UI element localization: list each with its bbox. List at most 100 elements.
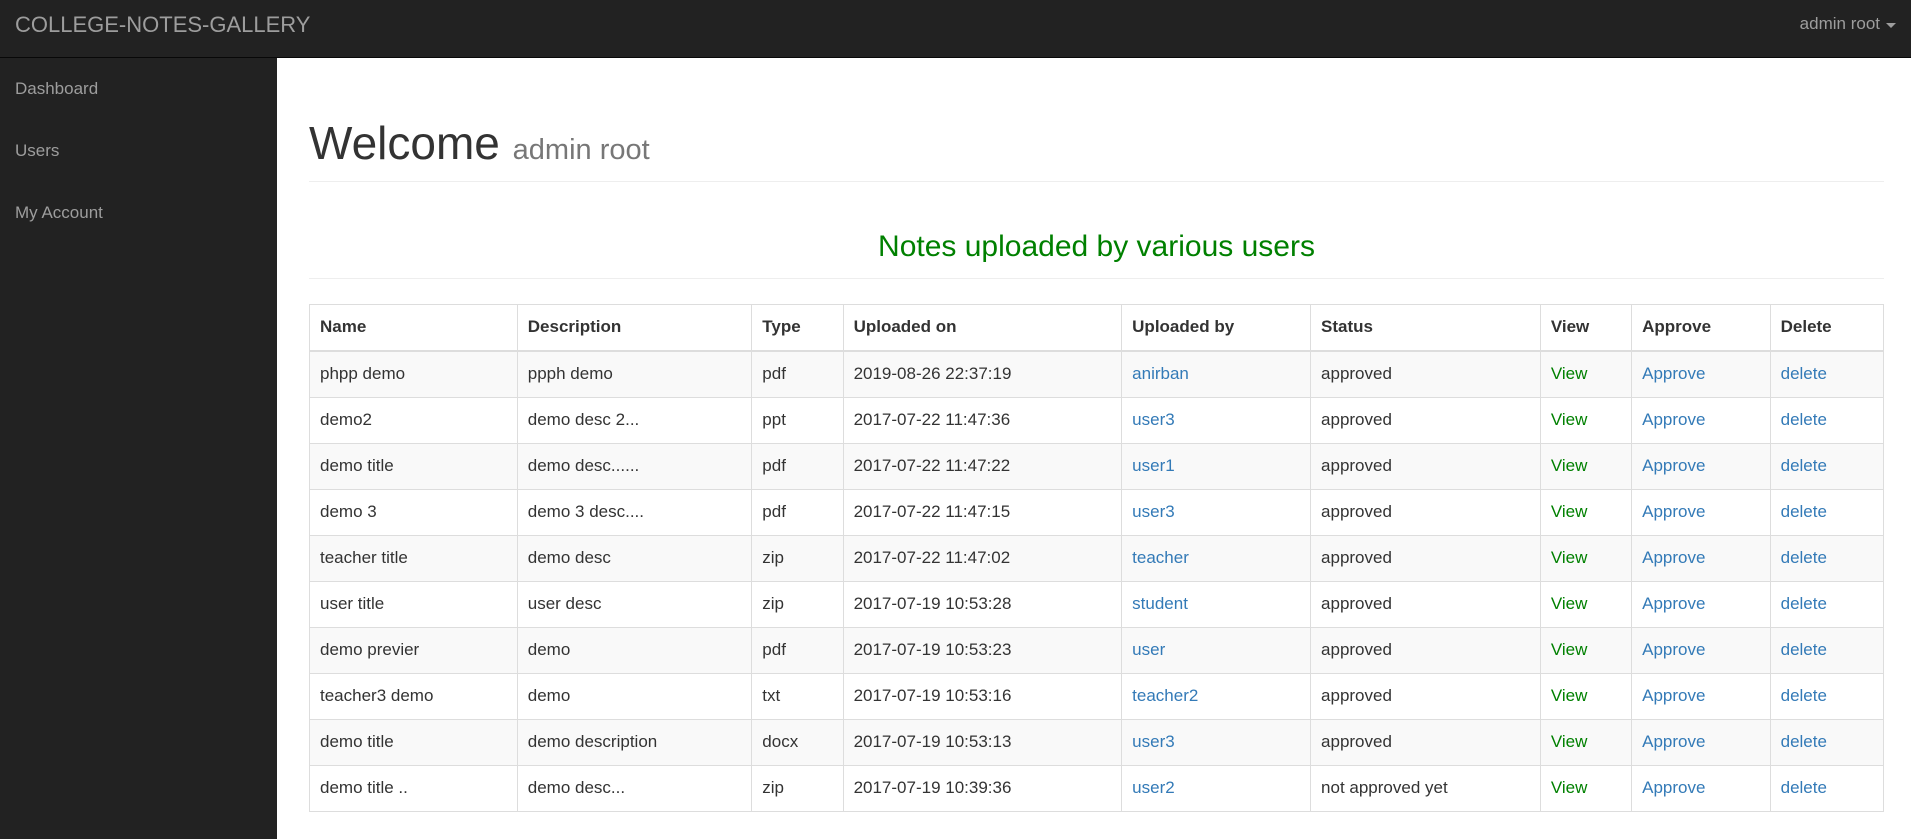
status-text: approved (1321, 548, 1392, 568)
approve-link[interactable]: Approve (1642, 732, 1705, 751)
cell-uploaded-on: 2017-07-19 10:53:28 (853, 594, 1012, 614)
approve-link[interactable]: Approve (1642, 640, 1705, 659)
brand-link[interactable]: COLLEGE-NOTES-GALLERY (15, 12, 310, 38)
table-cell: 2017-07-19 10:53:28 (842, 580, 1123, 628)
table-cell: zip (751, 580, 844, 628)
table-row: teacher title demo desc zip 2017-07-22 11:4… (309, 534, 1885, 582)
cell-type: docx (762, 732, 799, 752)
table-cell: student (1121, 580, 1312, 628)
table-cell: teacher3 demo (309, 672, 518, 720)
sidebar-item-users[interactable]: Users (0, 120, 277, 182)
delete-link[interactable]: delete (1781, 686, 1827, 705)
uploader-link[interactable]: teacher2 (1132, 686, 1198, 705)
table-cell: phpp demo (309, 350, 518, 398)
table-cell: 2017-07-22 11:47:15 (842, 488, 1123, 536)
delete-link[interactable]: delete (1781, 364, 1827, 383)
column-header-delete: Delete (1769, 303, 1885, 353)
approve-link[interactable]: Approve (1642, 456, 1705, 475)
delete-link[interactable]: delete (1781, 732, 1827, 751)
table-cell: teacher (1121, 534, 1312, 582)
column-header-uploaded-by: Uploaded by (1121, 303, 1312, 353)
table-cell: demo 3 (309, 488, 518, 536)
table-cell: Approve (1631, 442, 1771, 490)
table-cell: demo (516, 672, 753, 720)
table-cell: 2017-07-22 11:47:22 (842, 442, 1123, 490)
table-cell: demo title .. (309, 764, 518, 812)
table-cell: demo title (309, 442, 518, 490)
table-cell: pdf (751, 442, 844, 490)
uploader-link[interactable]: user (1132, 640, 1165, 659)
view-link[interactable]: View (1551, 548, 1588, 567)
table-cell: docx (751, 718, 844, 766)
table-cell: approved (1310, 580, 1541, 628)
delete-link[interactable]: delete (1781, 640, 1827, 659)
view-link[interactable]: View (1551, 640, 1588, 659)
sidebar-item-my-account[interactable]: My Account (0, 182, 277, 244)
uploader-link[interactable]: anirban (1132, 364, 1189, 383)
status-text: approved (1321, 364, 1392, 384)
approve-link[interactable]: Approve (1642, 778, 1705, 797)
notes-table: Name Description Type Uploaded on Upload… (309, 303, 1885, 812)
delete-link[interactable]: delete (1781, 594, 1827, 613)
table-cell: user3 (1121, 488, 1312, 536)
table-cell: 2017-07-19 10:53:23 (842, 626, 1123, 674)
table-cell: 2017-07-19 10:53:16 (842, 672, 1123, 720)
sidebar-item-dashboard[interactable]: Dashboard (0, 58, 277, 120)
table-cell: delete (1769, 580, 1885, 628)
uploader-link[interactable]: user3 (1132, 732, 1175, 751)
table-cell: 2017-07-19 10:53:13 (842, 718, 1123, 766)
table-cell: anirban (1121, 350, 1312, 398)
table-cell: Approve (1631, 350, 1771, 398)
view-link[interactable]: View (1551, 778, 1588, 797)
view-link[interactable]: View (1551, 594, 1588, 613)
uploader-link[interactable]: user3 (1132, 410, 1175, 429)
column-header-status: Status (1310, 303, 1541, 353)
approve-link[interactable]: Approve (1642, 502, 1705, 521)
view-link[interactable]: View (1551, 410, 1588, 429)
column-header-description: Description (516, 303, 753, 353)
table-cell: approved (1310, 718, 1541, 766)
table-cell: not approved yet (1310, 764, 1541, 812)
delete-link[interactable]: delete (1781, 410, 1827, 429)
uploader-link[interactable]: user3 (1132, 502, 1175, 521)
view-link[interactable]: View (1551, 732, 1588, 751)
delete-link[interactable]: delete (1781, 548, 1827, 567)
uploader-link[interactable]: student (1132, 594, 1188, 613)
table-cell: View (1539, 672, 1633, 720)
table-row: user title user desc zip 2017-07-19 10:53:2… (309, 580, 1885, 628)
approve-link[interactable]: Approve (1642, 548, 1705, 567)
table-cell: delete (1769, 396, 1885, 444)
cell-name: user title (320, 594, 385, 614)
status-text: approved (1321, 686, 1392, 706)
table-cell: approved (1310, 442, 1541, 490)
table-cell: approved (1310, 488, 1541, 536)
uploader-link[interactable]: teacher (1132, 548, 1189, 567)
uploader-link[interactable]: user1 (1132, 456, 1175, 475)
table-cell: Approve (1631, 488, 1771, 536)
table-cell: Approve (1631, 718, 1771, 766)
table-cell: Approve (1631, 764, 1771, 812)
caret-down-icon (1886, 22, 1896, 28)
table-cell: View (1539, 580, 1633, 628)
delete-link[interactable]: delete (1781, 456, 1827, 475)
table-cell: zip (751, 534, 844, 582)
table-cell: Approve (1631, 580, 1771, 628)
uploader-link[interactable]: user2 (1132, 778, 1175, 797)
delete-link[interactable]: delete (1781, 778, 1827, 797)
cell-uploaded-on: 2017-07-22 11:47:22 (853, 456, 1011, 476)
view-link[interactable]: View (1551, 686, 1588, 705)
table-cell: pdf (751, 488, 844, 536)
table-row: phpp demo ppph demo pdf 2019-08-26 22:37:19… (309, 350, 1885, 398)
table-cell: delete (1769, 764, 1885, 812)
approve-link[interactable]: Approve (1642, 364, 1705, 383)
approve-link[interactable]: Approve (1642, 410, 1705, 429)
delete-link[interactable]: delete (1781, 502, 1827, 521)
view-link[interactable]: View (1551, 502, 1588, 521)
view-link[interactable]: View (1551, 456, 1588, 475)
approve-link[interactable]: Approve (1642, 686, 1705, 705)
column-header-name: Name (309, 303, 518, 353)
approve-link[interactable]: Approve (1642, 594, 1705, 613)
user-menu-dropdown[interactable]: admin root (1800, 14, 1896, 34)
cell-name: demo title (320, 732, 394, 752)
view-link[interactable]: View (1551, 364, 1588, 383)
